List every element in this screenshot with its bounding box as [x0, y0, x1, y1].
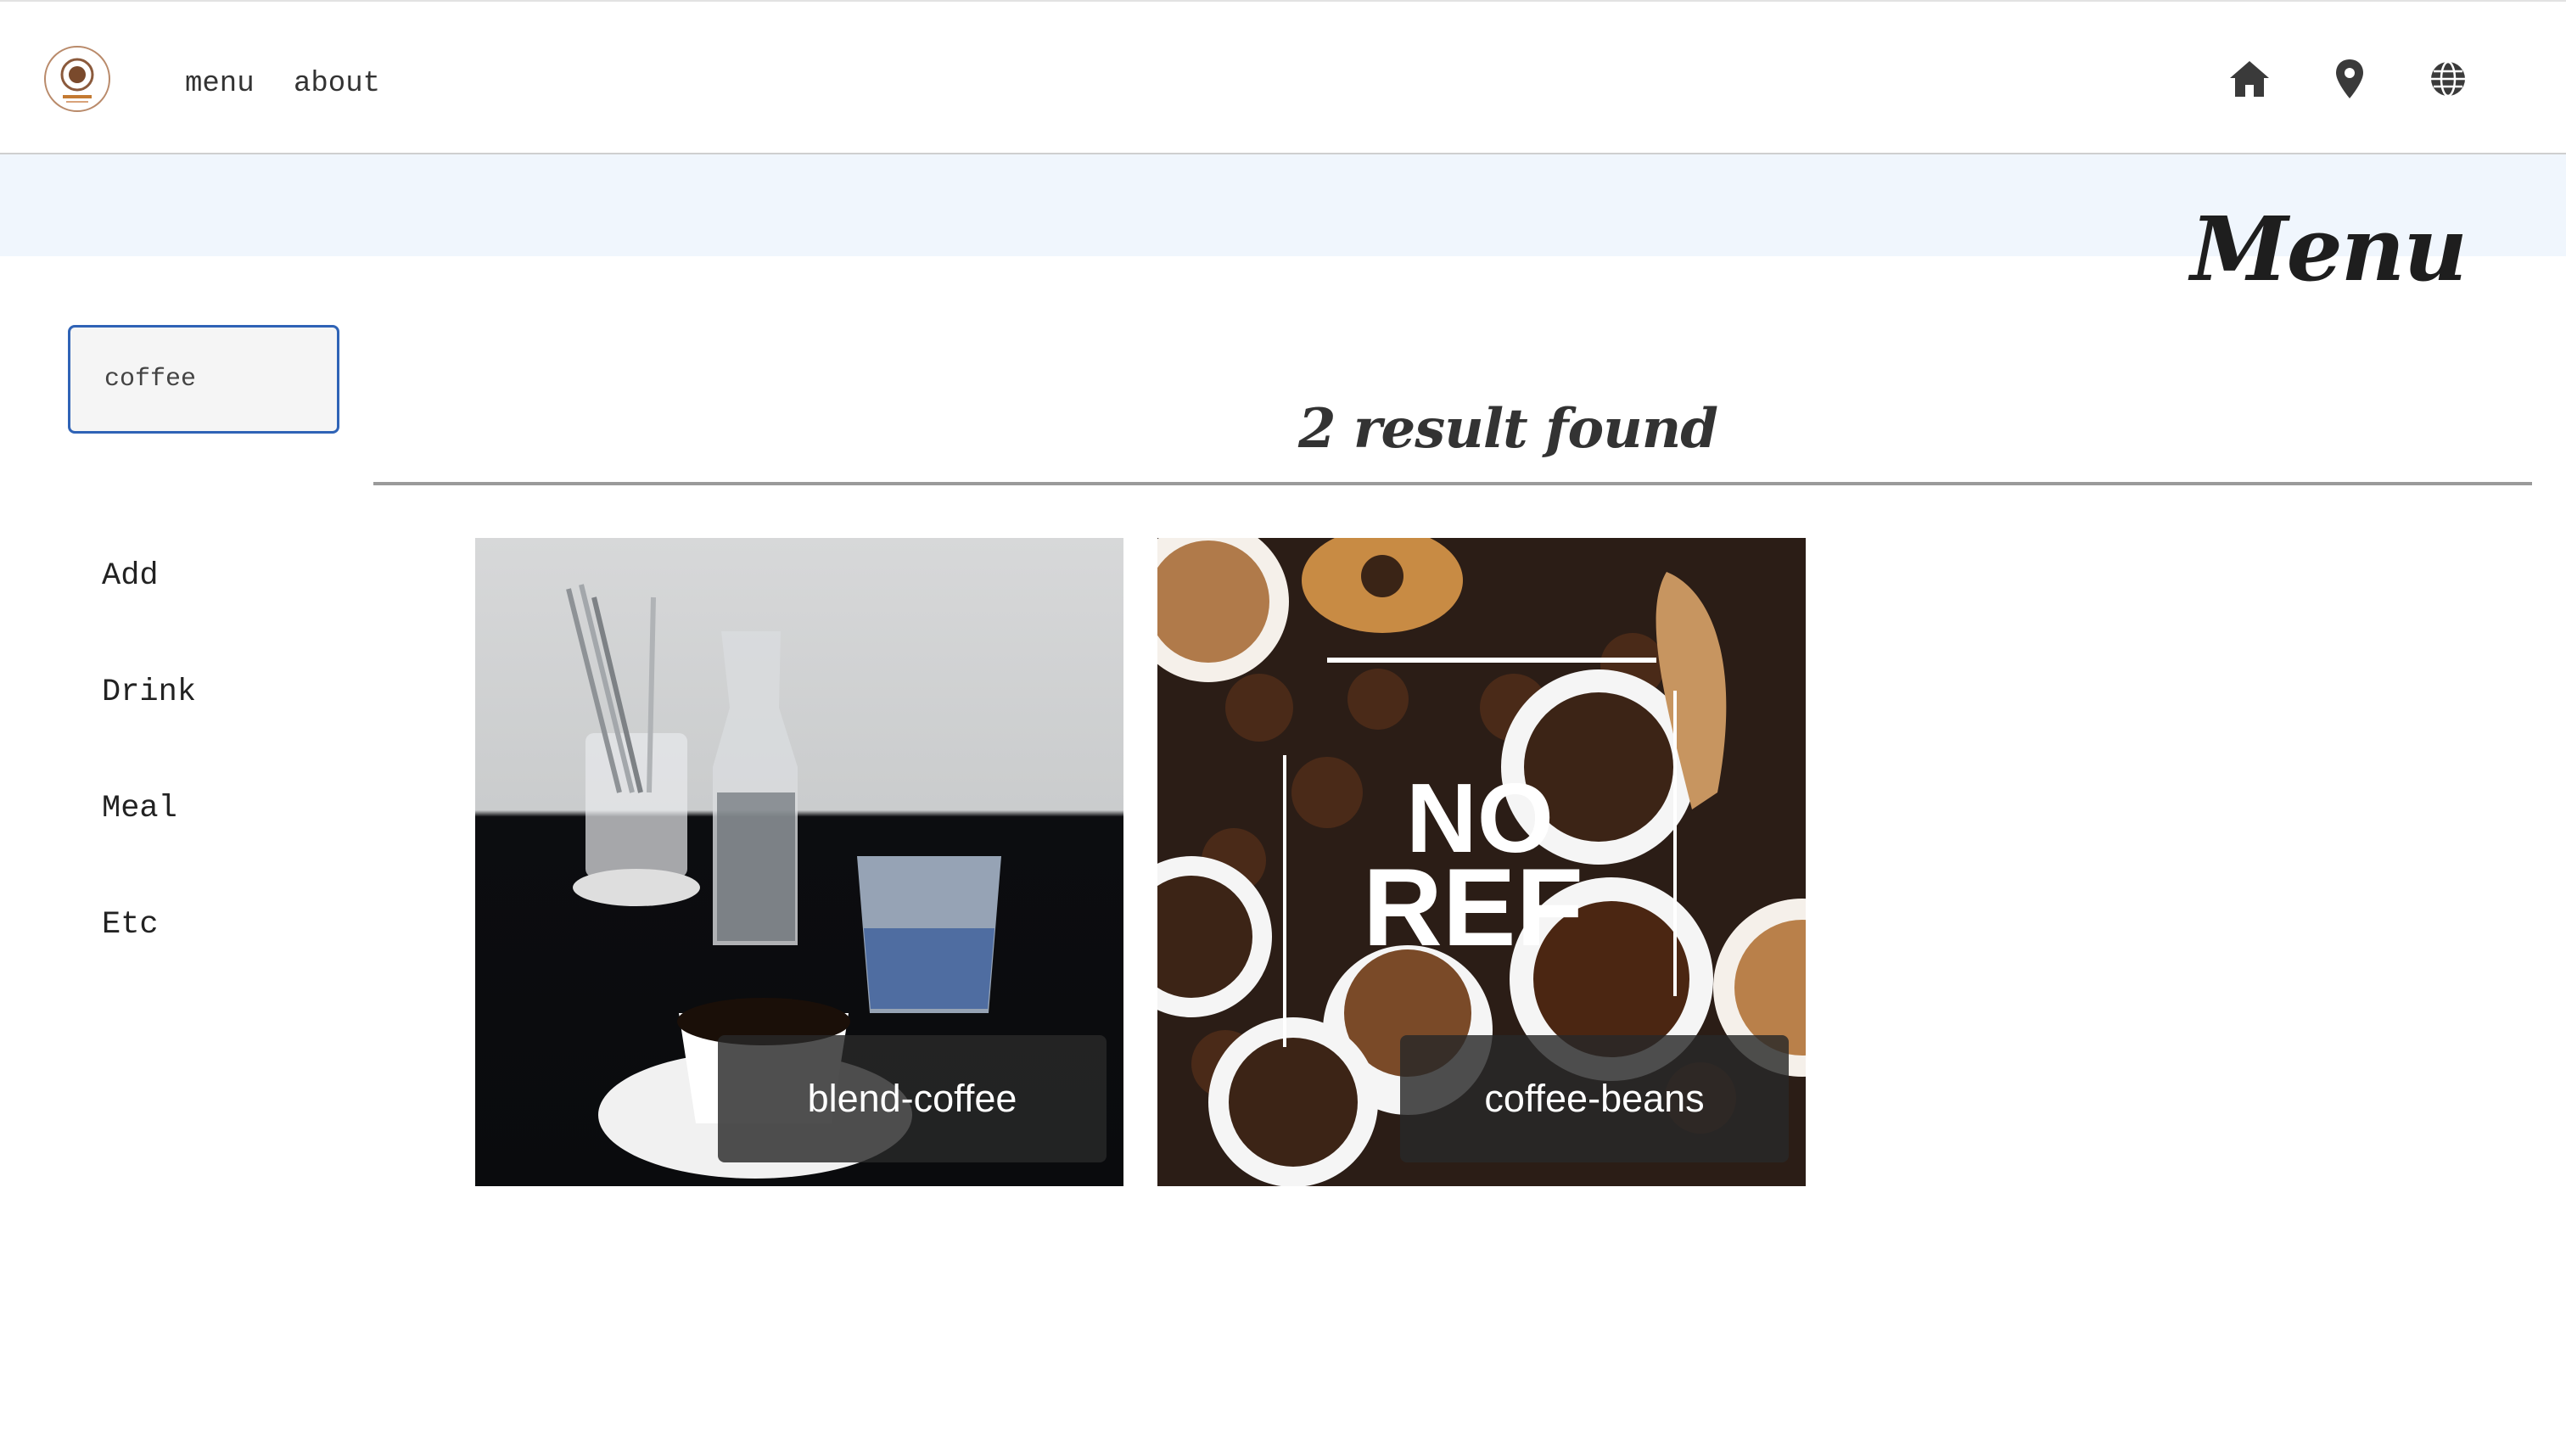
result-divider	[373, 482, 2532, 485]
menu-banner	[0, 154, 2566, 256]
sidebar-item-etc[interactable]: Etc	[102, 907, 159, 943]
nav-menu-link[interactable]: menu	[185, 68, 255, 100]
sidebar-item-add[interactable]: Add	[102, 558, 159, 594]
card-label: blend-coffee	[718, 1035, 1107, 1162]
home-icon[interactable]	[2227, 56, 2272, 102]
result-count-heading: 2 result found	[1298, 397, 1718, 461]
nav-about-link[interactable]: about	[294, 68, 380, 100]
sidebar-item-meal[interactable]: Meal	[102, 791, 177, 826]
top-nav: menu about	[0, 0, 2566, 154]
no-ref-text-line-2: REF	[1363, 845, 1583, 969]
menu-card-blend-coffee[interactable]: blend-coffee	[475, 538, 1123, 1186]
page-title: Menu	[2190, 197, 2468, 301]
globe-icon[interactable]	[2425, 56, 2471, 102]
location-pin-icon[interactable]	[2327, 56, 2373, 102]
search-input[interactable]	[68, 325, 339, 434]
sidebar-item-drink[interactable]: Drink	[102, 675, 196, 710]
card-label: coffee-beans	[1400, 1035, 1789, 1162]
menu-card-coffee-beans[interactable]: NO REF coffee-beans	[1157, 538, 1806, 1186]
coffee-logo[interactable]	[42, 44, 112, 114]
